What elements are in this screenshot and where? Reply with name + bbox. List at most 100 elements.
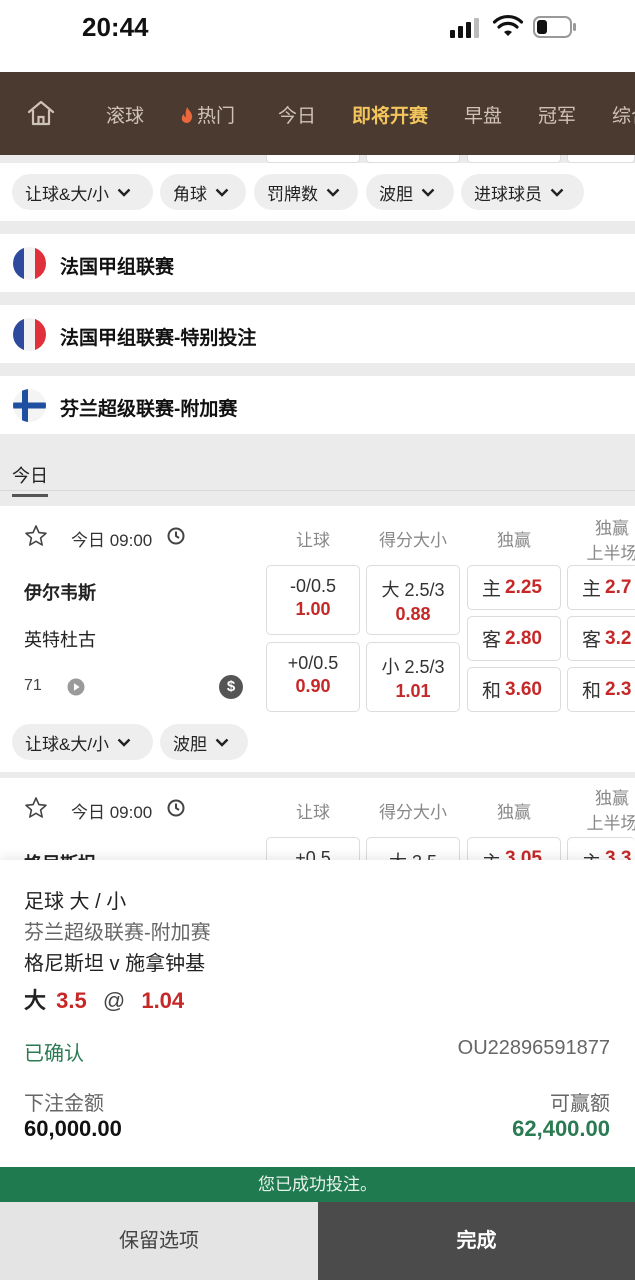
odd-total-under[interactable]: 小 2.5/3 1.01 [366,642,460,712]
odd-value: 2.3 [605,678,632,700]
bet-ticket-id: OU22896591877 [457,1037,610,1059]
filter-label: 波胆 [379,184,413,204]
star-icon[interactable] [24,524,48,548]
col-win-half-line2: 上半场 [586,814,635,833]
filter-corners[interactable]: 角球 [160,174,246,210]
col-win-half: 独赢 上半场 [580,784,635,834]
odd-label: 客 [582,630,602,651]
away-team: 英特杜古 [24,630,96,650]
odd-value: 3.2 [605,627,632,649]
bet-line: 3.5 [56,988,87,1013]
home-icon[interactable] [26,99,56,127]
odd-half-draw[interactable]: 和 2.3 [567,667,635,712]
home-team: 伊尔韦斯 [24,583,96,603]
odd-label: 主 [582,848,601,860]
status-time: 20:44 [82,12,149,42]
league-row[interactable]: 芬兰超级联赛-附加赛 [0,376,635,434]
odd-handicap-away[interactable]: +0/0.5 0.90 [266,642,360,712]
partial-odd-box [567,155,635,163]
filter-correct-score[interactable]: 波胆 [160,724,248,760]
col-win-half-line1: 独赢 [595,519,629,538]
kickoff-time: 今日 09:00 [71,531,153,550]
col-win: 独赢 [497,803,531,822]
col-win-half: 独赢 上半场 [580,514,635,564]
filter-correct-score[interactable]: 波胆 [366,174,454,210]
chevron-down-icon [215,738,229,747]
odd-win-home[interactable]: 主 2.25 [467,565,561,610]
nav-item-today[interactable]: 今日 [278,101,316,128]
nav-item-early[interactable]: 早盘 [464,101,502,128]
bet-slip: 足球 大 / 小 芬兰超级联赛-附加赛 格尼斯坦 v 施拿钟基 大 3.5 @ … [0,860,635,1167]
odd-value: 3.3 [605,848,632,860]
odd-handicap-home[interactable]: +0.5 [266,837,360,860]
odd-total-over[interactable]: 大 2.5/3 0.88 [366,565,460,635]
bet-selection: 大 3.5 @ 1.04 [24,983,184,1015]
filter-scorers[interactable]: 进球球员 [461,174,584,210]
nav-item-upcoming[interactable]: 即将开赛 [352,101,428,128]
filter-label: 罚牌数 [267,184,318,204]
odd-value: 3.60 [505,678,542,700]
odd-line: +0.5 [295,848,331,860]
odd-line: +0/0.5 [287,653,339,673]
chevron-down-icon [550,188,564,197]
market-filter-bar: 让球&大/小 角球 罚牌数 波胆 进球球员 [0,163,635,221]
status-bar: 20:44 [0,0,635,72]
col-win-half-line2: 上半场 [586,544,635,563]
battery-icon [533,16,576,38]
odd-win-away[interactable]: 客 2.80 [467,616,561,661]
odd-handicap-home[interactable]: -0/0.5 1.00 [266,565,360,635]
play-icon[interactable] [67,678,85,696]
odd-value: 1.01 [395,681,431,701]
filter-cards[interactable]: 罚牌数 [254,174,358,210]
odd-half-home[interactable]: 主 2.7 [567,565,635,610]
odd-value: 2.25 [505,576,542,598]
chevron-down-icon [326,188,340,197]
tab-today[interactable]: 今日 [12,462,48,497]
filter-handicap-ou[interactable]: 让球&大/小 [12,724,153,760]
match-minute: 71 [24,677,42,695]
chevron-down-icon [117,738,131,747]
filter-handicap-ou[interactable]: 让球&大/小 [12,174,153,210]
nav-item-hot[interactable]: 热门 [180,101,235,128]
match-card: 今日 09:00 让球 得分大小 独赢 独赢上半场 格尼斯坦 +0.5 大 3.… [0,778,635,860]
odd-half-home[interactable]: 主 3.3 [567,837,635,860]
clock-icon [167,799,185,817]
league-name: 法国甲组联赛 [60,257,175,278]
league-name: 芬兰超级联赛-附加赛 [60,399,238,420]
cashout-icon[interactable]: $ [219,675,243,699]
match-minute-value: 71 [24,677,42,694]
top-nav: 滚球 热门 今日 即将开赛 早盘 冠军 综合 [0,72,635,155]
odd-total-over[interactable]: 大 3.5 [366,837,460,860]
league-row[interactable]: 法国甲组联赛-特别投注 [0,305,635,363]
divider [0,490,635,491]
stake-label: 下注金额 [24,1093,104,1115]
payout-label: 可赢额 [550,1093,610,1115]
bet-fixture: 格尼斯坦 v 施拿钟基 [24,953,206,975]
odd-half-away[interactable]: 客 3.2 [567,616,635,661]
odd-win-draw[interactable]: 和 3.60 [467,667,561,712]
odd-win-home[interactable]: 主 3.05 [467,837,561,860]
bet-market: 足球 大 / 小 [24,891,127,913]
match-card: 今日 09:00 让球 得分大小 独赢 独赢 上半场 伊尔韦斯 英特杜古 71 $… [0,506,635,772]
nav-item-mixed[interactable]: 综合 [612,101,635,128]
kickoff-time: 今日 09:00 [71,803,153,822]
odd-label: 客 [482,630,502,651]
bet-league: 芬兰超级联赛-附加赛 [24,922,211,944]
odd-label: 主 [582,579,602,600]
partial-odd-box [366,155,460,163]
bet-selection-side: 大 [24,988,47,1013]
nav-item-champion[interactable]: 冠军 [538,101,576,128]
odd-line: -0/0.5 [289,576,337,596]
keep-selections-button[interactable]: 保留选项 [0,1202,318,1280]
wifi-icon [493,15,523,36]
star-icon[interactable] [24,796,48,820]
bet-status: 已确认 [24,1043,84,1065]
odd-label: 主 [482,579,502,600]
stake-amount: 60,000.00 [24,1116,122,1141]
nav-item-hot-label: 热门 [197,106,236,127]
nav-item-live[interactable]: 滚球 [106,101,144,128]
col-handicap: 让球 [296,803,330,822]
done-button[interactable]: 完成 [318,1202,635,1280]
chevron-down-icon [117,188,131,197]
league-row[interactable]: 法国甲组联赛 [0,234,635,292]
